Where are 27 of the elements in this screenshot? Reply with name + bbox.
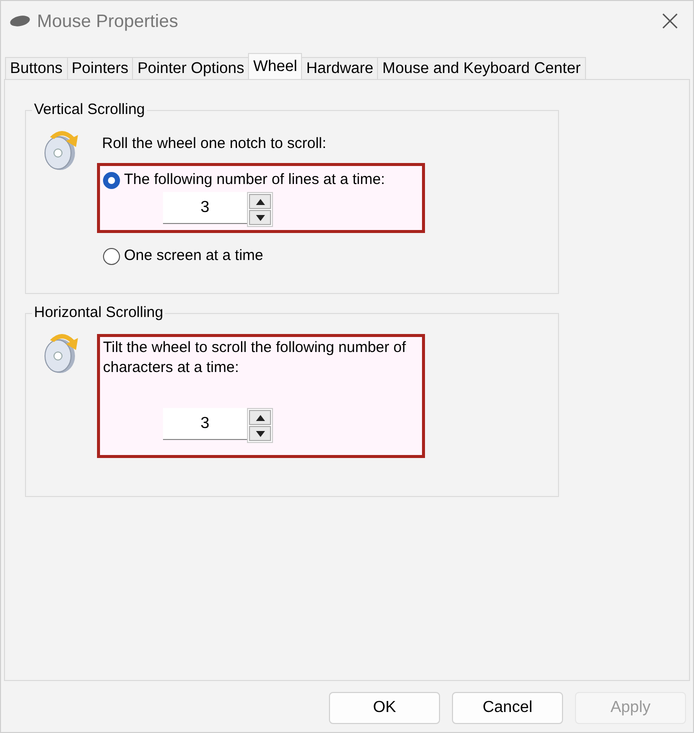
spin-down-button[interactable] [249, 426, 271, 441]
option-label[interactable]: The following number of lines at a time: [124, 170, 385, 190]
down-arrow-icon [256, 430, 264, 436]
dialog-button[interactable]: OK [329, 692, 440, 724]
instruction-text: Tilt the wheel to scroll the following number of characters at a time: [103, 338, 407, 378]
tab[interactable]: Pointer Options [132, 57, 250, 79]
tab[interactable]: Wheel [248, 53, 302, 79]
spin-field[interactable]: 3 [163, 408, 247, 440]
option-label[interactable]: One screen at a time [124, 246, 264, 266]
group-title: Vertical Scrolling [32, 101, 147, 119]
spin-up-button[interactable] [249, 410, 271, 425]
mouse-icon [9, 15, 31, 27]
up-arrow-icon [256, 198, 264, 204]
spin-field[interactable]: 3 [163, 192, 247, 224]
window-title: Mouse Properties [37, 10, 178, 32]
instruction-text: Roll the wheel one notch to scroll: [102, 134, 328, 154]
radio-button[interactable] [103, 248, 120, 264]
spin-up-button[interactable] [249, 194, 271, 209]
close-icon [662, 13, 678, 29]
group-title: Horizontal Scrolling [32, 304, 166, 322]
tab[interactable]: Mouse and Keyboard Center [377, 57, 586, 79]
radio-button[interactable] [103, 172, 120, 188]
tab[interactable]: Buttons [5, 57, 68, 79]
down-arrow-icon [256, 214, 264, 220]
spin-down-button[interactable] [249, 210, 271, 225]
dialog-button[interactable]: Cancel [452, 692, 563, 724]
up-arrow-icon [256, 414, 264, 420]
